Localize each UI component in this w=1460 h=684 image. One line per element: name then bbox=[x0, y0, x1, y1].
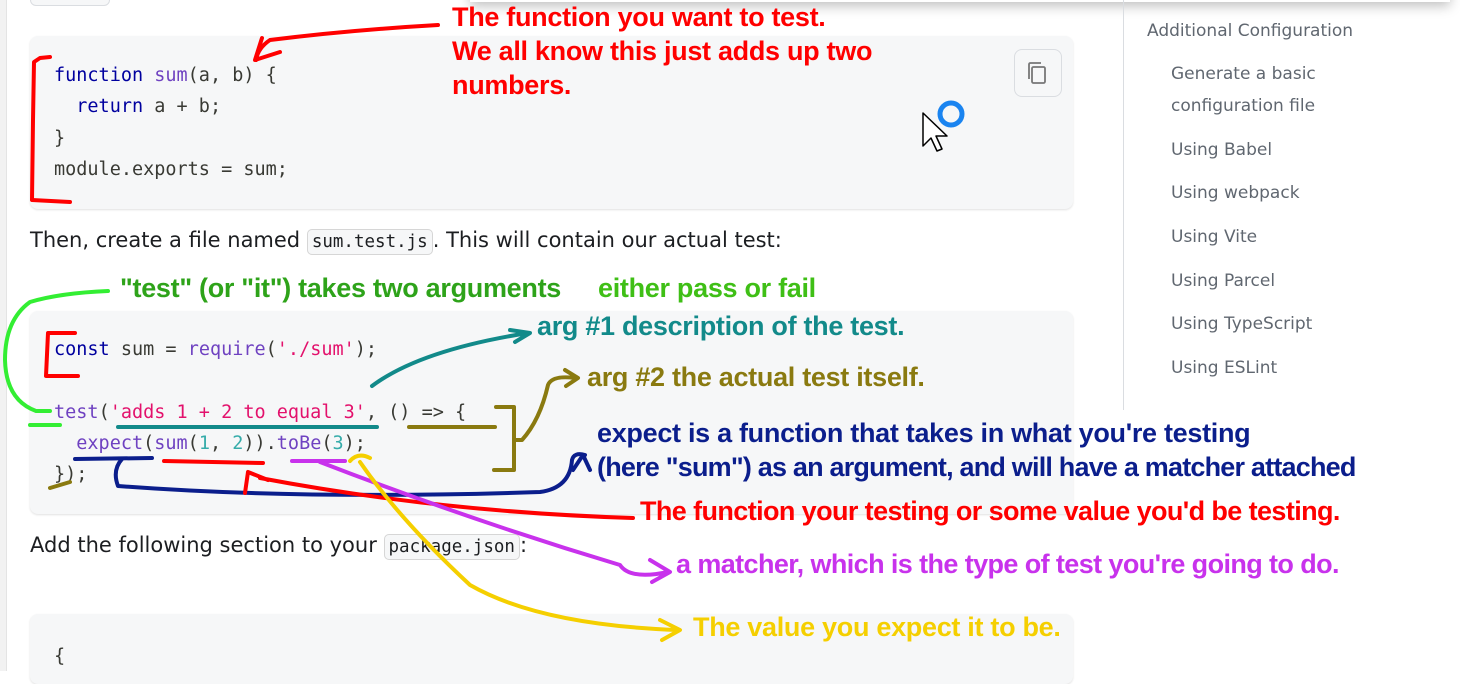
annotation-matcher: a matcher, which is the type of test you… bbox=[676, 549, 1340, 579]
annotation-expect-2: (here "sum") as an argument, and will ha… bbox=[597, 452, 1356, 482]
annotation-arg1: arg #1 description of the test. bbox=[537, 311, 905, 341]
red-small-bracket-stroke bbox=[44, 331, 80, 378]
annotation-function-note-3: numbers. bbox=[452, 70, 572, 100]
green-bracket-stroke bbox=[3, 289, 110, 427]
annotation-expect-1: expect is a function that takes in what … bbox=[597, 418, 1251, 448]
annotation-test-arguments: "test" (or "it") takes two arguments bbox=[120, 273, 561, 303]
annotation-arg2: arg #2 the actual test itself. bbox=[587, 362, 925, 392]
annotation-expected-value: The value you expect it to be. bbox=[693, 612, 1061, 642]
red-arrow-stroke bbox=[253, 23, 440, 62]
annotation-function-note-1: The function you want to test. bbox=[452, 2, 826, 32]
loading-ring-icon bbox=[937, 100, 965, 128]
red-underline-stroke bbox=[162, 459, 265, 465]
annotation-function-note-2: We all know this just adds up two bbox=[452, 36, 873, 66]
red-bracket-stroke bbox=[30, 55, 72, 204]
olive-underline-small bbox=[48, 480, 72, 490]
annotation-function-testing: The function your testing or some value … bbox=[640, 496, 1340, 526]
navy-underline-stroke bbox=[73, 456, 154, 461]
yellow-arrow-stroke bbox=[358, 460, 682, 642]
olive-bracket-stroke bbox=[492, 368, 580, 472]
annotation-pass-fail: either pass or fail bbox=[598, 273, 816, 303]
teal-arrow-stroke bbox=[370, 328, 532, 388]
